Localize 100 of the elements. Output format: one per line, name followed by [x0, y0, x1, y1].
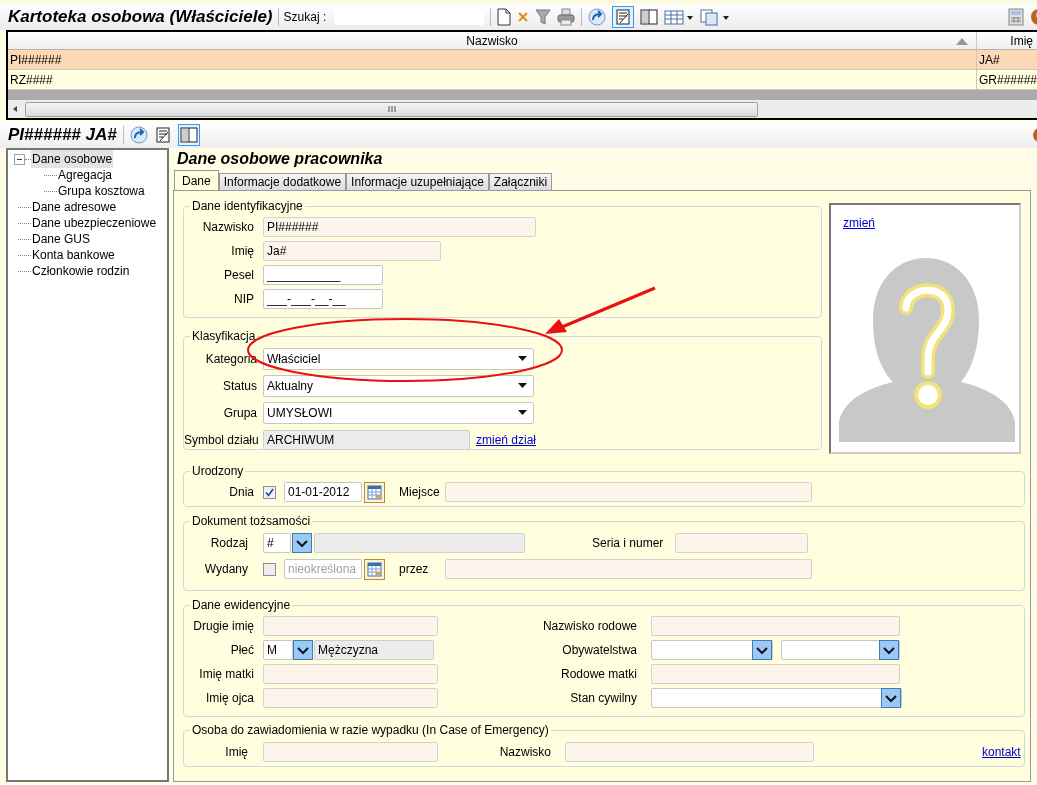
dropdown[interactable]: UMYSŁOWI	[263, 401, 534, 424]
tree-item[interactable]: Agregacja	[57, 166, 114, 184]
table-menu-icon[interactable]	[664, 8, 695, 26]
dropdown[interactable]: Aktualny	[263, 374, 534, 397]
collapse-icon[interactable]	[14, 153, 25, 165]
field-label: Drugie imię	[192, 618, 254, 635]
text-field[interactable]	[445, 559, 812, 579]
dropdown[interactable]	[651, 640, 773, 660]
field-label: przez	[399, 561, 430, 578]
field-label: Pesel	[222, 267, 254, 284]
masked-field[interactable]: M	[263, 640, 293, 660]
tree-item[interactable]: Dane GUS	[31, 230, 92, 248]
field-label: Dnia	[228, 484, 254, 501]
calendar-icon[interactable]	[364, 558, 385, 580]
calendar-icon[interactable]	[364, 481, 385, 503]
grip-icon[interactable]	[387, 105, 396, 113]
text-field[interactable]	[565, 742, 814, 762]
link[interactable]: kontakt	[982, 743, 1021, 761]
record-title: PI###### JA#	[8, 124, 117, 147]
checkbox[interactable]	[263, 485, 276, 499]
caret-icon[interactable]	[518, 356, 527, 361]
readonly-field: Mężczyzna	[314, 640, 434, 660]
tree-item[interactable]: Członkowie rodzin	[31, 262, 131, 280]
masked-field[interactable]: 01-01-2012	[284, 482, 362, 502]
text-field[interactable]	[263, 688, 438, 708]
field-label: Imię	[224, 744, 248, 761]
tab[interactable]: Informacje uzupełniające	[346, 173, 489, 190]
text-field[interactable]	[263, 664, 438, 684]
group-label: Dane identyfikacyjne	[191, 198, 304, 215]
section-title: Dane osobowe pracownika	[176, 149, 384, 169]
text-field[interactable]	[651, 616, 900, 636]
field-label: Seria i numer	[592, 535, 662, 552]
refresh-icon[interactable]	[588, 8, 607, 26]
field-label: Wydany	[203, 561, 248, 578]
group-label: Dane ewidencyjne	[191, 597, 292, 614]
text-field[interactable]: Ja#	[263, 241, 441, 261]
orb-icon[interactable]	[1030, 8, 1037, 26]
dropdown-icon[interactable]	[293, 640, 313, 660]
dropdown-icon[interactable]	[292, 533, 312, 553]
text-field[interactable]	[263, 742, 438, 762]
split-view-icon[interactable]	[640, 8, 659, 26]
edit-form-icon[interactable]	[612, 6, 635, 28]
tree-item[interactable]: Dane ubezpieczeniowe	[31, 214, 158, 232]
delete-icon[interactable]	[517, 11, 530, 23]
masked-field[interactable]: #	[263, 533, 291, 553]
field-label: Rodzaj	[209, 535, 248, 552]
orb-icon[interactable]	[1032, 127, 1037, 143]
caret-icon[interactable]	[518, 410, 527, 415]
dropdown[interactable]: Właściciel	[263, 347, 534, 370]
tab[interactable]: Informacje dodatkowe	[218, 173, 347, 190]
dropdown-icon[interactable]	[879, 640, 899, 660]
text-field[interactable]	[675, 533, 808, 553]
group-label: Dokument tożsamości	[191, 513, 312, 530]
masked-field[interactable]: ___-___-__-__	[263, 289, 383, 309]
text-field[interactable]	[263, 616, 438, 636]
field-label: Grupa	[222, 404, 257, 422]
group-label: Klasyfikacja	[191, 328, 257, 345]
table-row[interactable]: PI###### JA#	[8, 50, 1037, 70]
checkbox[interactable]	[263, 562, 276, 576]
scrollbar-thumb[interactable]	[25, 101, 758, 117]
text-field[interactable]	[445, 482, 812, 502]
split-view-icon[interactable]	[177, 124, 200, 146]
dropdown[interactable]	[781, 640, 900, 660]
new-document-icon[interactable]	[497, 8, 512, 26]
field-label: Rodowe matki	[559, 666, 637, 683]
group-label: Osoba do zawiadomienia w razie wypadku (In Case of Emergency)	[191, 722, 550, 739]
text-field[interactable]	[651, 664, 900, 684]
copy-menu-icon[interactable]	[700, 8, 731, 26]
field-label: Obywatelstwa	[561, 642, 637, 659]
text-field[interactable]: PI######	[263, 217, 536, 237]
edit-form-icon[interactable]	[153, 126, 172, 144]
link[interactable]: zmień dział	[476, 430, 537, 449]
filter-icon[interactable]	[535, 8, 552, 26]
tree-item[interactable]: Dane adresowe	[31, 198, 118, 216]
table-row[interactable]: RZ#### GR######	[8, 70, 1037, 90]
tree-item[interactable]: Grupa kosztowa	[57, 182, 146, 200]
field-label: Imię ojca	[204, 690, 254, 707]
link[interactable]: zmień	[843, 214, 875, 232]
readonly-field: ARCHIWUM	[263, 429, 470, 450]
field-label: Miejsce	[399, 484, 439, 501]
unknown-person-icon	[839, 258, 1015, 442]
printer-icon[interactable]	[557, 8, 576, 26]
field-label: Stan cywilny	[569, 690, 637, 707]
masked-field[interactable]: ___________	[263, 265, 383, 285]
dropdown[interactable]	[651, 688, 902, 708]
column-header[interactable]: Nazwisko	[8, 32, 977, 49]
refresh-icon[interactable]	[129, 126, 148, 144]
tree-item[interactable]: Konta bankowe	[31, 246, 116, 264]
dropdown-icon[interactable]	[752, 640, 772, 660]
sort-icon[interactable]	[956, 37, 968, 45]
caret-icon[interactable]	[518, 383, 527, 388]
field-label: Imię matki	[198, 666, 254, 683]
table-cell: PI######	[8, 50, 977, 69]
field-label: Kategoria	[204, 350, 257, 368]
column-header[interactable]: Imię	[977, 32, 1037, 49]
group-label: Urodzony	[191, 463, 245, 480]
dropdown-icon[interactable]	[881, 688, 901, 708]
tree-item[interactable]: Dane osobowe	[31, 150, 114, 168]
tab[interactable]: Załączniki	[488, 173, 553, 190]
tab[interactable]: Dane	[174, 170, 219, 190]
